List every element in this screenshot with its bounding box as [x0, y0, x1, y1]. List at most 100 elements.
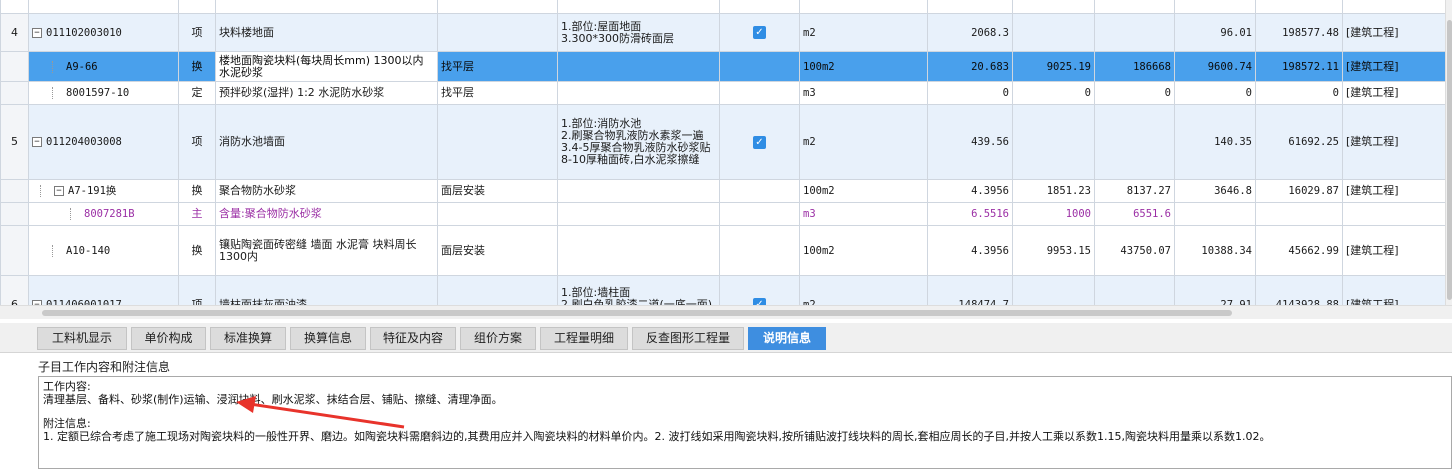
checkbox-checked-icon[interactable]: ✓	[753, 298, 766, 305]
tab-6[interactable]: 组价方案	[460, 327, 536, 350]
code-cell[interactable]: A10-140	[28, 225, 179, 276]
horizontal-scrollbar[interactable]	[0, 305, 1452, 319]
feature-cell[interactable]: 1.部位:消防水池 2.刷聚合物乳液防水素浆一遍 3.4-5厚聚合物乳液防水砂浆贴8…	[557, 104, 720, 180]
code-text: 011102003010	[46, 26, 122, 39]
code-cell[interactable]: 8007281B	[28, 202, 179, 226]
check-cell[interactable]	[719, 179, 800, 203]
table-row[interactable]: 6−011406001017 项墙柱面抹灰面油漆 1.部位:墙柱面 2.刷白色乳胶漆二…	[0, 275, 1446, 305]
note-label: 附注信息:	[43, 417, 91, 430]
check-cell[interactable]	[719, 225, 800, 276]
comp-amount-cell: 198577.48	[1255, 13, 1343, 52]
code-text: 8007281B	[84, 208, 135, 220]
check-cell[interactable]: ✓	[719, 104, 800, 180]
type-cell: 项	[178, 104, 216, 180]
category-cell: [建筑工程]	[1342, 179, 1446, 203]
row-index	[0, 225, 29, 276]
feature-line: 1.部位:墙柱面	[561, 285, 631, 299]
quota-table: 4−011102003010 项块料楼地面 1.部位:屋面地面 3.300*300防滑…	[0, 0, 1446, 305]
feature-cell[interactable]	[557, 81, 720, 105]
code-cell[interactable]: − A7-191换	[28, 179, 179, 203]
amount-cell: 43750.07	[1094, 225, 1175, 276]
unit-cell: 100m2	[799, 225, 928, 276]
checkbox-checked-icon[interactable]: ✓	[753, 135, 766, 149]
name-cell[interactable]: 聚合物防水砂浆	[215, 179, 438, 203]
tab-3[interactable]: 标准换算	[210, 327, 286, 350]
qty-cell: 4.3956	[927, 179, 1013, 203]
grid-cell	[178, 0, 216, 14]
code-cell[interactable]: A9-66	[28, 51, 179, 82]
feature-cell[interactable]	[557, 202, 720, 226]
check-cell[interactable]: ✓	[719, 275, 800, 305]
collapse-toggle-icon[interactable]: −	[32, 137, 42, 147]
feature-cell[interactable]	[557, 225, 720, 276]
code-text: A10-140	[66, 244, 111, 257]
code-cell[interactable]: −011204003008	[28, 104, 179, 180]
name-cell[interactable]: 预拌砂浆(湿拌) 1:2 水泥防水砂浆	[215, 81, 438, 105]
spec-cell[interactable]	[437, 104, 558, 180]
feature-cell[interactable]: 1.部位:墙柱面2.刷白色乳胶漆二道(一底一面)3.满批腻子刮面砂纸打磨光滑	[557, 275, 720, 305]
name-cell[interactable]: 墙柱面抹灰面油漆	[215, 275, 438, 305]
amount-cell: 186668	[1094, 51, 1175, 82]
check-cell[interactable]	[719, 81, 800, 105]
code-cell[interactable]: −011102003010	[28, 13, 179, 52]
table-row[interactable]: 4−011102003010 项块料楼地面 1.部位:屋面地面 3.300*300防滑…	[0, 13, 1446, 52]
grid-cell	[1012, 0, 1095, 14]
table-row[interactable]: 5−011204003008 项消防水池墙面 1.部位:消防水池 2.刷聚合物乳液防水…	[0, 104, 1446, 180]
feature-cell[interactable]: 1.部位:屋面地面 3.300*300防滑砖面层	[557, 13, 720, 52]
tab-2[interactable]: 单价构成	[131, 327, 206, 350]
vertical-scrollbar[interactable]	[1445, 0, 1452, 305]
comp-amount-cell: 0	[1255, 81, 1343, 105]
table-row[interactable]: 8001597-10 定预拌砂浆(湿拌) 1:2 水泥防水砂浆 找平层 m3 0 0 0 0 0…	[0, 81, 1446, 105]
spec-cell[interactable]: 面层安装	[437, 225, 558, 276]
spec-cell[interactable]	[437, 275, 558, 305]
type-cell: 换	[178, 51, 216, 82]
table-row[interactable]: 8007281B 主含量:聚合物防水砂浆 m3 6.5516 1000 6551.6	[0, 202, 1446, 226]
name-cell[interactable]: 含量:聚合物防水砂浆	[215, 202, 438, 226]
price-cell	[1012, 275, 1095, 305]
grid-cell	[1174, 0, 1256, 14]
collapse-toggle-icon[interactable]: −	[32, 27, 42, 38]
table-row[interactable]: − A7-191换换聚合物防水砂浆 面层安装 100m2 4.3956 1851.23 81…	[0, 179, 1446, 203]
price-cell	[1012, 13, 1095, 52]
table-row[interactable]: A10-140 换镶贴陶瓷面砖密缝 墙面 水泥膏 块料周长1300内 面层安装 100…	[0, 225, 1446, 276]
checkbox-checked-icon[interactable]: ✓	[753, 26, 766, 39]
collapse-toggle-icon[interactable]: −	[54, 186, 64, 196]
code-cell[interactable]: −011406001017	[28, 275, 179, 305]
comp-price-cell: 3646.8	[1174, 179, 1256, 203]
check-cell[interactable]	[719, 202, 800, 226]
spec-cell[interactable]: 找平层	[437, 81, 558, 105]
feature-cell[interactable]	[557, 179, 720, 203]
name-cell[interactable]: 消防水池墙面	[215, 104, 438, 180]
tab-7[interactable]: 工程量明细	[540, 327, 628, 350]
unit-cell: m3	[799, 202, 928, 226]
grid-cell	[1342, 0, 1446, 14]
tab-4[interactable]: 换算信息	[290, 327, 366, 350]
code-cell[interactable]: 8001597-10	[28, 81, 179, 105]
spec-cell[interactable]	[437, 13, 558, 52]
tab-5[interactable]: 特征及内容	[370, 327, 456, 350]
name-cell[interactable]: 镶贴陶瓷面砖密缝 墙面 水泥膏 块料周长1300内	[215, 225, 438, 276]
tab-8[interactable]: 反查图形工程量	[632, 327, 744, 350]
category-cell: [建筑工程]	[1342, 81, 1446, 105]
check-cell[interactable]: ✓	[719, 13, 800, 52]
table-row[interactable]: A9-66 换楼地面陶瓷块料(每块周长mm) 1300以内 水泥砂浆 找平层 100m…	[0, 51, 1446, 82]
check-cell[interactable]	[719, 51, 800, 82]
category-cell: [建筑工程]	[1342, 13, 1446, 52]
comp-amount-cell: 16029.87	[1255, 179, 1343, 203]
name-cell[interactable]: 块料楼地面	[215, 13, 438, 52]
spec-cell[interactable]	[437, 202, 558, 226]
tab-1[interactable]: 工料机显示	[37, 327, 127, 350]
tab-9[interactable]: 说明信息	[748, 327, 826, 350]
name-cell[interactable]: 楼地面陶瓷块料(每块周长mm) 1300以内 水泥砂浆	[215, 51, 438, 82]
amount-cell	[1094, 13, 1175, 52]
description-content[interactable]: 工作内容: 清理基层、备料、砂浆(制作)运输、浸润块料、刷水泥浆、抹结合层、铺贴…	[38, 376, 1452, 469]
spec-cell[interactable]: 找平层	[437, 51, 558, 82]
amount-cell: 0	[1094, 81, 1175, 105]
spec-cell[interactable]: 面层安装	[437, 179, 558, 203]
vertical-scroll-thumb[interactable]	[1447, 20, 1452, 300]
horizontal-scroll-thumb[interactable]	[42, 310, 1232, 316]
qty-cell: 0	[927, 81, 1013, 105]
tree-line	[40, 185, 54, 197]
row-index: 5	[0, 104, 29, 180]
feature-cell[interactable]	[557, 51, 720, 82]
